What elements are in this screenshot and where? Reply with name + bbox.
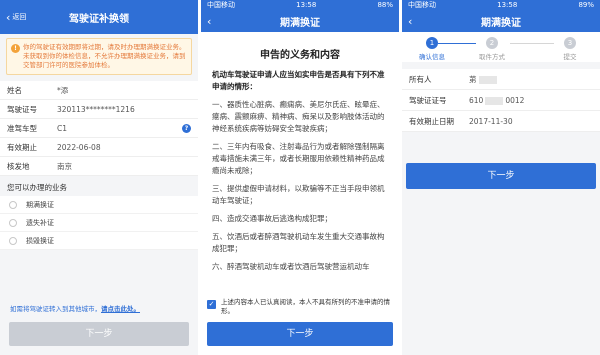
help-icon[interactable]: ?	[182, 123, 191, 133]
field-value: C1	[57, 123, 68, 133]
doc-item: 五、饮酒后或者醉酒驾驶机动车发生重大交通事故构成犯罪；	[212, 232, 385, 253]
redaction	[485, 96, 504, 105]
step-label: 确认信息	[419, 53, 445, 61]
next-button[interactable]: 下一步	[406, 163, 596, 189]
license-suffix: 0012	[505, 95, 525, 105]
step-label: 提交	[563, 53, 577, 61]
info-row-vehicle-class: 准驾车型 C1 ?	[0, 119, 198, 138]
doc-item: 一、器质性心脏病、癫痫病、美尼尔氏症、眩晕症、癔病、震颤麻痹、精神病、痴呆以及影…	[212, 100, 385, 133]
field-value: 610 0012	[469, 96, 593, 105]
chevron-left-icon: ‹	[207, 14, 212, 28]
info-row-issuer: 核发地 南京	[0, 157, 198, 176]
page-title: 期满换证	[481, 17, 521, 29]
owner-name: 苐	[469, 74, 477, 84]
nav-bar: ‹ 期满换证	[402, 10, 600, 32]
field-value: 320113********1216	[57, 104, 135, 114]
declaration-body: 机动车驾驶证申请人应当如实申告是否具有下列不准申请的情形： 一、器质性心脏病、癫…	[201, 61, 399, 273]
field-label: 核发地	[7, 161, 30, 171]
field-label: 驾驶证证号	[409, 95, 447, 105]
agreement-text: 上述内容本人已认真阅读，本人不具有所列的不准申请的情形。	[221, 298, 390, 315]
option-expiry-renewal[interactable]: 期满换证	[0, 196, 198, 214]
field-label: 姓名	[7, 85, 22, 95]
step-submit: 3 提交	[550, 37, 590, 61]
chevron-left-icon: ‹	[6, 10, 11, 24]
option-label: 期满换证	[26, 200, 54, 209]
doc-item: 二、三年内有吸食、注射毒品行为或者解除强制隔离戒毒措施未满三年，或者长期服用依赖…	[212, 142, 385, 175]
field-label: 有效期止	[7, 142, 37, 152]
info-row-expiry: 有效期止 2022-06-08	[0, 138, 198, 157]
option-damage-replacement[interactable]: 损毁换证	[0, 232, 198, 250]
step-number: 3	[564, 37, 576, 49]
next-button-disabled[interactable]: 下一步	[9, 322, 189, 346]
field-value: 南京	[57, 161, 72, 171]
back-button[interactable]: ‹ 返回	[6, 0, 26, 34]
option-lost-replacement[interactable]: 遗失补证	[0, 214, 198, 232]
clock: 13:58	[296, 1, 317, 9]
doc-intro: 机动车驾驶证申请人应当如实申告是否具有下列不准申请的情形：	[212, 70, 385, 91]
radio-icon[interactable]	[9, 200, 17, 209]
carrier: 中国移动	[207, 1, 235, 9]
transfer-hint-text: 如需将驾驶证转入到其他城市，	[10, 305, 101, 313]
info-row-license-number: 驾驶证号 320113********1216	[0, 100, 198, 119]
info-row-owner: 所有人 苐	[402, 69, 600, 90]
step-number: 2	[486, 37, 498, 49]
confirm-panel: 中国移动 13:58 89% ‹ 期满换证 1 确认信息 2 取件方式 3 提交…	[402, 0, 600, 355]
checkbox-checked-icon[interactable]: ✓	[207, 300, 216, 309]
step-pickup-method: 2 取件方式	[472, 37, 512, 61]
status-bar: 中国移动 13:58 89%	[402, 0, 600, 10]
option-label: 损毁换证	[26, 236, 54, 245]
field-value: 2017-11-30	[469, 116, 513, 126]
nav-bar: ‹ 返回 驾驶证补换领	[0, 0, 198, 34]
info-row-expiry: 有效期止日期 2017-11-30	[402, 111, 600, 132]
next-button[interactable]: 下一步	[207, 322, 393, 346]
doc-item: 六、醉酒驾驶机动车或者饮酒后驾驶营运机动车	[212, 262, 370, 271]
step-indicator: 1 确认信息 2 取件方式 3 提交	[402, 32, 600, 62]
transfer-link[interactable]: 请点击此处。	[101, 305, 140, 313]
step-confirm-info: 1 确认信息	[412, 37, 452, 61]
page-title: 驾驶证补换领	[69, 13, 129, 25]
redaction	[478, 75, 497, 84]
option-label: 遗失补证	[26, 218, 54, 227]
clock: 13:58	[497, 1, 518, 9]
doc-item: 三、提供虚假申请材料，以欺骗等不正当手段申领机动车驾驶证；	[212, 184, 385, 205]
back-button[interactable]: ‹	[207, 10, 211, 32]
field-label: 准驾车型	[7, 123, 37, 133]
warning-banner: ! 你的驾驶证有效期即将过期，请及时办理期满换证业务。未获取到你的体检信息，不允…	[6, 38, 192, 75]
info-row-license-number: 驾驶证证号 610 0012	[402, 90, 600, 111]
confirm-info: 所有人 苐 驾驶证证号 610 0012 有效期止日期 2017-11-30	[402, 69, 600, 132]
page-title: 期满换证	[280, 17, 320, 29]
battery: 88%	[377, 1, 393, 9]
agreement-row[interactable]: ✓ 上述内容本人已认真阅读，本人不具有所列的不准申请的情形。	[201, 296, 399, 318]
battery: 89%	[578, 1, 594, 9]
field-label: 有效期止日期	[409, 116, 454, 126]
back-label: 返回	[12, 13, 27, 21]
declaration-panel: 中国移动 13:58 88% ‹ 期满换证 申告的义务和内容 机动车驾驶证申请人…	[201, 0, 399, 355]
nav-bar: ‹ 期满换证	[201, 10, 399, 32]
renewal-panel: ‹ 返回 驾驶证补换领 ! 你的驾驶证有效期即将过期，请及时办理期满换证业务。未…	[0, 0, 198, 355]
back-button[interactable]: ‹	[408, 10, 412, 32]
field-label: 驾驶证号	[7, 104, 37, 114]
license-prefix: 610	[469, 95, 484, 105]
field-label: 所有人	[409, 74, 432, 84]
radio-icon[interactable]	[9, 236, 17, 245]
step-label: 取件方式	[479, 53, 505, 61]
transfer-hint: 如需将驾驶证转入到其他城市，请点击此处。	[10, 303, 140, 313]
chevron-left-icon: ‹	[408, 14, 413, 28]
doc-item: 四、造成交通事故后逃逸构成犯罪；	[212, 214, 332, 223]
doc-title: 申告的义务和内容	[260, 50, 340, 61]
field-value: 2022-06-08	[57, 142, 101, 152]
field-value: *添	[57, 85, 69, 95]
section-title: 您可以办理的业务	[7, 183, 67, 192]
warning-text: 你的驾驶证有效期即将过期，请及时办理期满换证业务。未获取到你的体检信息，不允许办…	[23, 43, 186, 69]
status-bar: 中国移动 13:58 88%	[201, 0, 399, 10]
radio-icon[interactable]	[9, 218, 17, 227]
step-connector	[510, 43, 554, 44]
alert-icon: !	[11, 44, 20, 53]
info-row-name: 姓名 *添	[0, 81, 198, 100]
license-info: 姓名 *添 驾驶证号 320113********1216 准驾车型 C1 ? …	[0, 81, 198, 176]
carrier: 中国移动	[408, 1, 436, 9]
field-value: 苐	[469, 74, 593, 85]
step-number: 1	[426, 37, 438, 49]
